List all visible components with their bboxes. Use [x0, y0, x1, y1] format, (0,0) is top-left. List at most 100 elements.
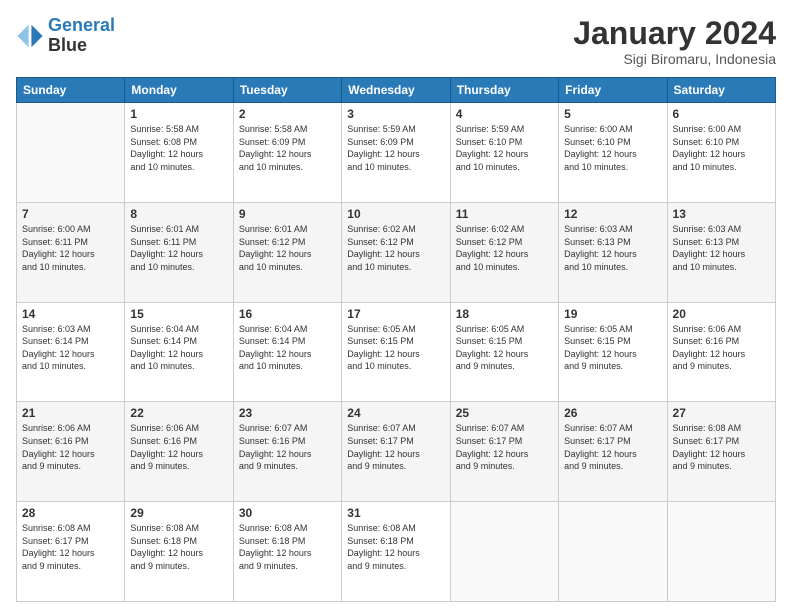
- calendar-cell: 26 Sunrise: 6:07 AM Sunset: 6:17 PM Dayli…: [559, 402, 667, 502]
- day-number: 28: [22, 506, 119, 520]
- day-info: Sunrise: 6:08 AM Sunset: 6:17 PM Dayligh…: [673, 422, 770, 472]
- day-number: 16: [239, 307, 336, 321]
- col-tuesday: Tuesday: [233, 78, 341, 103]
- calendar-cell: 2 Sunrise: 5:58 AM Sunset: 6:09 PM Daylig…: [233, 103, 341, 203]
- day-info: Sunrise: 6:01 AM Sunset: 6:12 PM Dayligh…: [239, 223, 336, 273]
- calendar-cell: 31 Sunrise: 6:08 AM Sunset: 6:18 PM Dayli…: [342, 502, 450, 602]
- day-info: Sunrise: 6:08 AM Sunset: 6:18 PM Dayligh…: [130, 522, 227, 572]
- day-info: Sunrise: 6:03 AM Sunset: 6:14 PM Dayligh…: [22, 323, 119, 373]
- day-info: Sunrise: 6:07 AM Sunset: 6:17 PM Dayligh…: [456, 422, 553, 472]
- day-info: Sunrise: 6:08 AM Sunset: 6:17 PM Dayligh…: [22, 522, 119, 572]
- calendar-cell: 3 Sunrise: 5:59 AM Sunset: 6:09 PM Daylig…: [342, 103, 450, 203]
- calendar-week-row-3: 14 Sunrise: 6:03 AM Sunset: 6:14 PM Dayli…: [17, 302, 776, 402]
- calendar-cell: 13 Sunrise: 6:03 AM Sunset: 6:13 PM Dayli…: [667, 202, 775, 302]
- calendar-week-row-5: 28 Sunrise: 6:08 AM Sunset: 6:17 PM Dayli…: [17, 502, 776, 602]
- calendar-cell: 23 Sunrise: 6:07 AM Sunset: 6:16 PM Dayli…: [233, 402, 341, 502]
- calendar-cell: 22Sunrise: 6:06 AM Sunset: 6:16 PM Dayli…: [125, 402, 233, 502]
- calendar-cell: [17, 103, 125, 203]
- calendar-cell: 8 Sunrise: 6:01 AM Sunset: 6:11 PM Daylig…: [125, 202, 233, 302]
- day-info: Sunrise: 5:58 AM Sunset: 6:09 PM Dayligh…: [239, 123, 336, 173]
- calendar-cell: 24 Sunrise: 6:07 AM Sunset: 6:17 PM Dayli…: [342, 402, 450, 502]
- calendar-cell: 21 Sunrise: 6:06 AM Sunset: 6:16 PM Dayli…: [17, 402, 125, 502]
- calendar-week-row-1: 1 Sunrise: 5:58 AM Sunset: 6:08 PM Daylig…: [17, 103, 776, 203]
- day-info: Sunrise: 6:00 AM Sunset: 6:10 PM Dayligh…: [673, 123, 770, 173]
- day-number: 12: [564, 207, 661, 221]
- day-info: Sunrise: 6:04 AM Sunset: 6:14 PM Dayligh…: [239, 323, 336, 373]
- calendar-cell: 6 Sunrise: 6:00 AM Sunset: 6:10 PM Daylig…: [667, 103, 775, 203]
- calendar-cell: 15 Sunrise: 6:04 AM Sunset: 6:14 PM Dayli…: [125, 302, 233, 402]
- month-title: January 2024: [573, 16, 776, 51]
- day-number: 19: [564, 307, 661, 321]
- calendar-cell: 4 Sunrise: 5:59 AM Sunset: 6:10 PM Daylig…: [450, 103, 558, 203]
- calendar-cell: 1 Sunrise: 5:58 AM Sunset: 6:08 PM Daylig…: [125, 103, 233, 203]
- day-number: 26: [564, 406, 661, 420]
- calendar-cell: 19 Sunrise: 6:05 AM Sunset: 6:15 PM Dayli…: [559, 302, 667, 402]
- logo-text: General Blue: [48, 16, 115, 56]
- day-number: 3: [347, 107, 444, 121]
- day-number: 23: [239, 406, 336, 420]
- day-info: Sunrise: 6:08 AM Sunset: 6:18 PM Dayligh…: [239, 522, 336, 572]
- day-info: Sunrise: 6:05 AM Sunset: 6:15 PM Dayligh…: [564, 323, 661, 373]
- calendar-cell: 11Sunrise: 6:02 AM Sunset: 6:12 PM Dayli…: [450, 202, 558, 302]
- day-info: Sunrise: 6:04 AM Sunset: 6:14 PM Dayligh…: [130, 323, 227, 373]
- day-number: 27: [673, 406, 770, 420]
- day-number: 10: [347, 207, 444, 221]
- day-number: 7: [22, 207, 119, 221]
- day-info: Sunrise: 6:01 AM Sunset: 6:11 PM Dayligh…: [130, 223, 227, 273]
- day-info: Sunrise: 6:03 AM Sunset: 6:13 PM Dayligh…: [673, 223, 770, 273]
- day-number: 6: [673, 107, 770, 121]
- day-info: Sunrise: 6:05 AM Sunset: 6:15 PM Dayligh…: [456, 323, 553, 373]
- day-info: Sunrise: 6:08 AM Sunset: 6:18 PM Dayligh…: [347, 522, 444, 572]
- day-number: 4: [456, 107, 553, 121]
- day-info: Sunrise: 5:59 AM Sunset: 6:10 PM Dayligh…: [456, 123, 553, 173]
- day-number: 13: [673, 207, 770, 221]
- calendar-week-row-4: 21 Sunrise: 6:06 AM Sunset: 6:16 PM Dayli…: [17, 402, 776, 502]
- day-number: 2: [239, 107, 336, 121]
- calendar-cell: 18Sunrise: 6:05 AM Sunset: 6:15 PM Dayli…: [450, 302, 558, 402]
- header: General Blue January 2024 Sigi Biromaru,…: [16, 16, 776, 67]
- calendar-cell: 16 Sunrise: 6:04 AM Sunset: 6:14 PM Dayli…: [233, 302, 341, 402]
- day-number: 29: [130, 506, 227, 520]
- calendar-cell: 10Sunrise: 6:02 AM Sunset: 6:12 PM Dayli…: [342, 202, 450, 302]
- calendar-cell: 12 Sunrise: 6:03 AM Sunset: 6:13 PM Dayli…: [559, 202, 667, 302]
- col-thursday: Thursday: [450, 78, 558, 103]
- day-number: 5: [564, 107, 661, 121]
- calendar-cell: 28 Sunrise: 6:08 AM Sunset: 6:17 PM Dayli…: [17, 502, 125, 602]
- day-number: 21: [22, 406, 119, 420]
- calendar-week-row-2: 7Sunrise: 6:00 AM Sunset: 6:11 PM Daylig…: [17, 202, 776, 302]
- day-number: 11: [456, 207, 553, 221]
- calendar-cell: [559, 502, 667, 602]
- calendar-cell: [450, 502, 558, 602]
- calendar-cell: 25 Sunrise: 6:07 AM Sunset: 6:17 PM Dayli…: [450, 402, 558, 502]
- calendar-cell: 9Sunrise: 6:01 AM Sunset: 6:12 PM Daylig…: [233, 202, 341, 302]
- day-number: 8: [130, 207, 227, 221]
- col-monday: Monday: [125, 78, 233, 103]
- day-info: Sunrise: 6:07 AM Sunset: 6:17 PM Dayligh…: [347, 422, 444, 472]
- day-number: 1: [130, 107, 227, 121]
- title-section: January 2024 Sigi Biromaru, Indonesia: [573, 16, 776, 67]
- day-info: Sunrise: 6:06 AM Sunset: 6:16 PM Dayligh…: [130, 422, 227, 472]
- day-info: Sunrise: 6:03 AM Sunset: 6:13 PM Dayligh…: [564, 223, 661, 273]
- col-friday: Friday: [559, 78, 667, 103]
- day-number: 15: [130, 307, 227, 321]
- day-number: 24: [347, 406, 444, 420]
- day-number: 25: [456, 406, 553, 420]
- day-number: 17: [347, 307, 444, 321]
- location-subtitle: Sigi Biromaru, Indonesia: [573, 51, 776, 67]
- day-number: 30: [239, 506, 336, 520]
- logo-icon: [16, 22, 44, 50]
- day-info: Sunrise: 5:58 AM Sunset: 6:08 PM Dayligh…: [130, 123, 227, 173]
- day-number: 31: [347, 506, 444, 520]
- day-info: Sunrise: 6:06 AM Sunset: 6:16 PM Dayligh…: [673, 323, 770, 373]
- day-number: 20: [673, 307, 770, 321]
- day-info: Sunrise: 6:06 AM Sunset: 6:16 PM Dayligh…: [22, 422, 119, 472]
- day-info: Sunrise: 5:59 AM Sunset: 6:09 PM Dayligh…: [347, 123, 444, 173]
- day-info: Sunrise: 6:05 AM Sunset: 6:15 PM Dayligh…: [347, 323, 444, 373]
- day-info: Sunrise: 6:00 AM Sunset: 6:10 PM Dayligh…: [564, 123, 661, 173]
- col-wednesday: Wednesday: [342, 78, 450, 103]
- calendar-cell: 27 Sunrise: 6:08 AM Sunset: 6:17 PM Dayli…: [667, 402, 775, 502]
- day-info: Sunrise: 6:07 AM Sunset: 6:16 PM Dayligh…: [239, 422, 336, 472]
- calendar-cell: 14 Sunrise: 6:03 AM Sunset: 6:14 PM Dayli…: [17, 302, 125, 402]
- day-info: Sunrise: 6:07 AM Sunset: 6:17 PM Dayligh…: [564, 422, 661, 472]
- day-number: 14: [22, 307, 119, 321]
